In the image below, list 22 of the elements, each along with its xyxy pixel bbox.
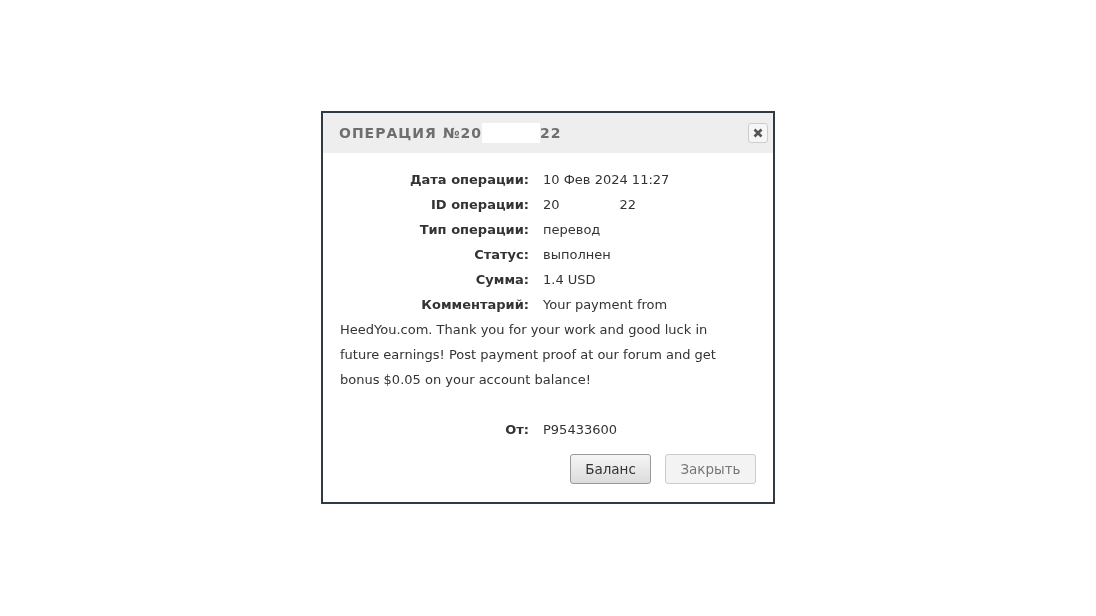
dialog-title: 22 xyxy=(539,125,562,141)
comment-text: Your payment from xyxy=(543,296,668,314)
field-label: Тип операции: xyxy=(418,221,529,239)
field-value: P95433600 xyxy=(543,421,617,439)
field-label: Сумма: xyxy=(474,271,529,289)
field-label: Дата операции: xyxy=(408,171,529,189)
dialog-title: ОПЕРАЦИЯ №20 xyxy=(339,125,482,141)
field-value: 10 Фев 2024 11:27 xyxy=(543,171,670,189)
close-button[interactable] xyxy=(748,123,768,143)
balance-button[interactable]: Баланс xyxy=(570,454,651,484)
field-value: 20 xyxy=(543,196,560,214)
field-label: Комментарий: xyxy=(420,296,529,314)
field-label: Статус: xyxy=(473,246,529,264)
field-value: 1.4 USD xyxy=(543,271,596,289)
close-dialog-button[interactable]: Закрыть xyxy=(665,454,756,484)
field-label: ID операции: xyxy=(430,196,529,214)
close-icon xyxy=(753,128,763,138)
comment-text: HeedYou.com. Thank you for your work and good luck in future earnings! Post payment proof at our forum and get bonus $0.05 on your account balance! xyxy=(340,321,717,389)
field-label: От: xyxy=(504,421,529,439)
field-value: 22 xyxy=(619,196,637,214)
field-value: выполнен xyxy=(543,246,611,264)
field-value: перевод xyxy=(543,221,601,239)
